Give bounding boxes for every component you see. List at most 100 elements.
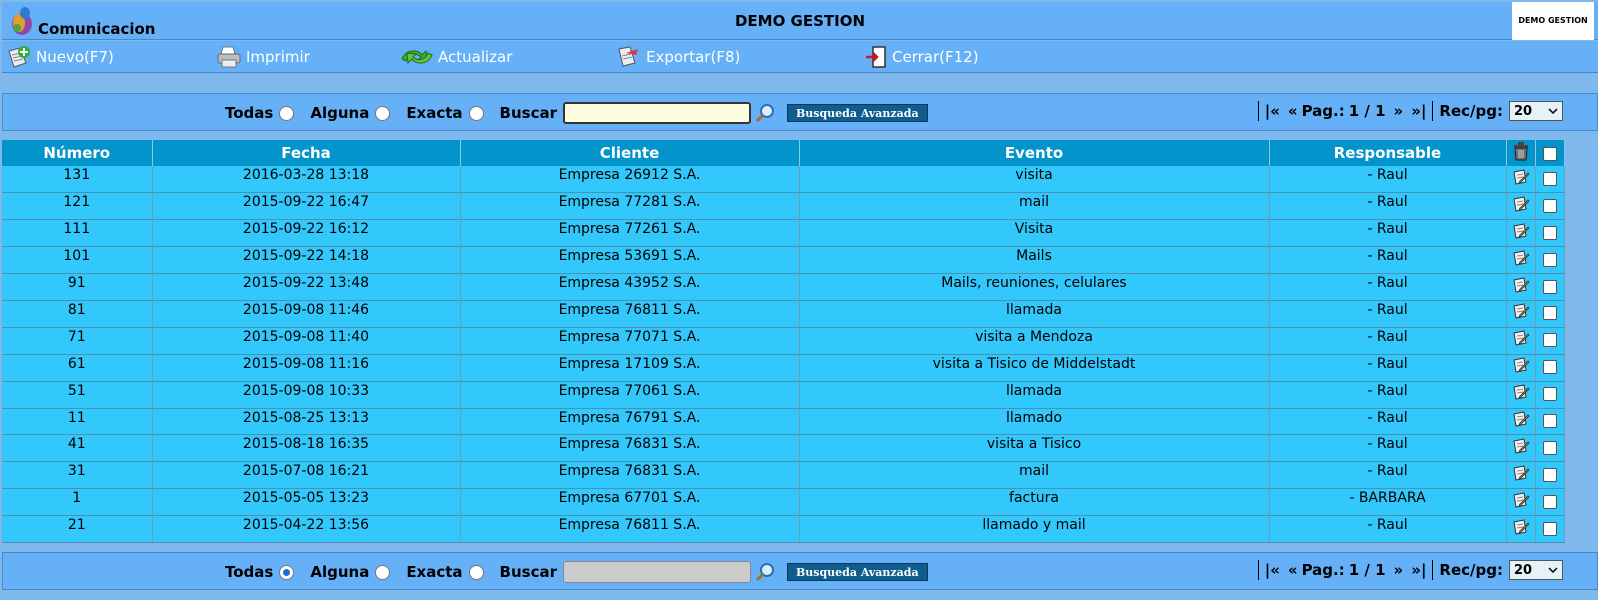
select-cell xyxy=(1535,166,1565,194)
column-header-numero[interactable]: Número xyxy=(2,140,153,166)
edit-icon[interactable] xyxy=(1512,491,1530,509)
edit-icon[interactable] xyxy=(1512,437,1530,455)
edit-cell[interactable] xyxy=(1506,461,1536,490)
nuevo-button[interactable]: Nuevo(F7) xyxy=(6,45,114,69)
table-row[interactable]: 71 2015-09-08 11:40 Empresa 77071 S.A. visi… xyxy=(2,327,1598,355)
edit-icon[interactable] xyxy=(1512,249,1530,267)
edit-cell[interactable] xyxy=(1506,488,1536,517)
table-row[interactable]: 81 2015-09-08 11:46 Empresa 76811 S.A. llam… xyxy=(2,300,1598,328)
table-row[interactable]: 101 2015-09-22 14:18 Empresa 53691 S.A. Mai… xyxy=(2,246,1598,275)
delete-header[interactable] xyxy=(1506,140,1536,166)
edit-cell[interactable] xyxy=(1506,192,1536,221)
todas-radio[interactable] xyxy=(279,105,295,121)
advanced-search-button[interactable]: Busqueda Avanzada xyxy=(787,104,928,122)
edit-icon[interactable] xyxy=(1512,356,1530,374)
edit-cell[interactable] xyxy=(1506,166,1536,194)
row-checkbox[interactable] xyxy=(1542,521,1557,536)
edit-icon[interactable] xyxy=(1512,302,1530,320)
column-header-responsable[interactable]: Responsable xyxy=(1269,140,1507,166)
table-row[interactable]: 31 2015-07-08 16:21 Empresa 76831 S.A. mail… xyxy=(2,461,1598,490)
table-row[interactable]: 21 2015-04-22 13:56 Empresa 76811 S.A. llam… xyxy=(2,515,1598,543)
row-checkbox[interactable] xyxy=(1542,467,1557,482)
table-row[interactable]: 11 2015-08-25 13:13 Empresa 76791 S.A. llam… xyxy=(2,408,1598,436)
pager-first-page[interactable]: |« xyxy=(1265,561,1280,579)
edit-icon[interactable] xyxy=(1512,276,1530,294)
row-checkbox[interactable] xyxy=(1542,333,1557,348)
column-header-cliente[interactable]: Cliente xyxy=(460,140,800,166)
cell-evento: Mails xyxy=(799,246,1270,275)
edit-cell[interactable] xyxy=(1506,381,1536,409)
column-header-fecha[interactable]: Fecha xyxy=(152,140,461,166)
search-input[interactable] xyxy=(563,561,751,583)
table-header-row: Número Fecha Cliente Evento Responsable xyxy=(2,140,1598,166)
company-logo: DEMO GESTION xyxy=(1512,2,1594,40)
edit-cell[interactable] xyxy=(1506,273,1536,301)
edit-cell[interactable] xyxy=(1506,408,1536,436)
search-icon[interactable] xyxy=(755,562,775,582)
alguna-radio[interactable] xyxy=(375,564,391,580)
table-row[interactable]: 121 2015-09-22 16:47 Empresa 77281 S.A. mai… xyxy=(2,192,1598,221)
imprimir-button[interactable]: Imprimir xyxy=(216,45,310,69)
edit-icon[interactable] xyxy=(1512,464,1530,482)
row-checkbox[interactable] xyxy=(1542,387,1557,402)
row-checkbox[interactable] xyxy=(1542,440,1557,455)
table-row[interactable]: 111 2015-09-22 16:12 Empresa 77261 S.A. Vis… xyxy=(2,219,1598,248)
pager-last-page[interactable]: »| xyxy=(1411,561,1426,579)
table-row[interactable]: 61 2015-09-08 11:16 Empresa 17109 S.A. visi… xyxy=(2,354,1598,382)
row-checkbox[interactable] xyxy=(1542,252,1557,267)
todas-radio[interactable] xyxy=(279,564,295,580)
exacta-radio[interactable] xyxy=(468,564,484,580)
app-title: Comunicacion xyxy=(38,20,156,38)
table-row[interactable]: 91 2015-09-22 13:48 Empresa 43952 S.A. Mail… xyxy=(2,273,1598,301)
edit-icon[interactable] xyxy=(1512,222,1530,240)
column-header-evento[interactable]: Evento xyxy=(799,140,1270,166)
edit-icon[interactable] xyxy=(1512,518,1530,536)
edit-cell[interactable] xyxy=(1506,300,1536,328)
row-checkbox[interactable] xyxy=(1542,171,1557,186)
cell-cliente: Empresa 77061 S.A. xyxy=(460,381,800,409)
pager-first-page[interactable]: |« xyxy=(1265,102,1280,120)
row-checkbox[interactable] xyxy=(1542,279,1557,294)
alguna-radio[interactable] xyxy=(375,105,391,121)
edit-cell[interactable] xyxy=(1506,327,1536,355)
actualizar-button[interactable]: Actualizar xyxy=(400,45,512,69)
rec-per-page-select[interactable]: 20 xyxy=(1509,560,1563,580)
edit-cell[interactable] xyxy=(1506,354,1536,382)
table-row[interactable]: 51 2015-09-08 10:33 Empresa 77061 S.A. llam… xyxy=(2,381,1598,409)
exportar-button[interactable]: Exportar(F8) xyxy=(616,45,740,69)
select-cell xyxy=(1535,381,1565,409)
row-checkbox[interactable] xyxy=(1542,225,1557,240)
row-checkbox[interactable] xyxy=(1542,306,1557,321)
table-row[interactable]: 41 2015-08-18 16:35 Empresa 76831 S.A. visi… xyxy=(2,434,1598,463)
cerrar-button[interactable]: Cerrar(F12) xyxy=(864,45,979,69)
cell-responsable: - Raul xyxy=(1269,273,1507,301)
row-checkbox[interactable] xyxy=(1542,198,1557,213)
exacta-radio[interactable] xyxy=(468,105,484,121)
edit-icon[interactable] xyxy=(1512,383,1530,401)
search-input[interactable] xyxy=(563,102,751,124)
search-icon[interactable] xyxy=(755,103,775,123)
select-all-checkbox[interactable] xyxy=(1542,146,1557,161)
edit-icon[interactable] xyxy=(1512,195,1530,213)
table-row[interactable]: 1 2015-05-05 13:23 Empresa 67701 S.A. factu… xyxy=(2,488,1598,517)
table-row[interactable]: 131 2016-03-28 13:18 Empresa 26912 S.A. vis… xyxy=(2,166,1598,194)
row-checkbox[interactable] xyxy=(1542,494,1557,509)
edit-cell[interactable] xyxy=(1506,219,1536,248)
edit-cell[interactable] xyxy=(1506,246,1536,275)
pager-prev-page[interactable]: « xyxy=(1288,102,1298,120)
trash-icon[interactable] xyxy=(1512,141,1530,161)
pager-next-page[interactable]: » xyxy=(1394,102,1404,120)
row-checkbox[interactable] xyxy=(1542,413,1557,428)
advanced-search-button[interactable]: Busqueda Avanzada xyxy=(787,563,928,581)
pager-prev-page[interactable]: « xyxy=(1288,561,1298,579)
edit-icon[interactable] xyxy=(1512,410,1530,428)
edit-icon[interactable] xyxy=(1512,168,1530,186)
edit-cell[interactable] xyxy=(1506,434,1536,463)
pager-last-page[interactable]: »| xyxy=(1411,102,1426,120)
pager-next-page[interactable]: » xyxy=(1394,561,1404,579)
edit-cell[interactable] xyxy=(1506,515,1536,543)
rec-per-page-select[interactable]: 20 xyxy=(1509,101,1563,121)
cell-responsable: - Raul xyxy=(1269,327,1507,355)
row-checkbox[interactable] xyxy=(1542,360,1557,375)
edit-icon[interactable] xyxy=(1512,329,1530,347)
